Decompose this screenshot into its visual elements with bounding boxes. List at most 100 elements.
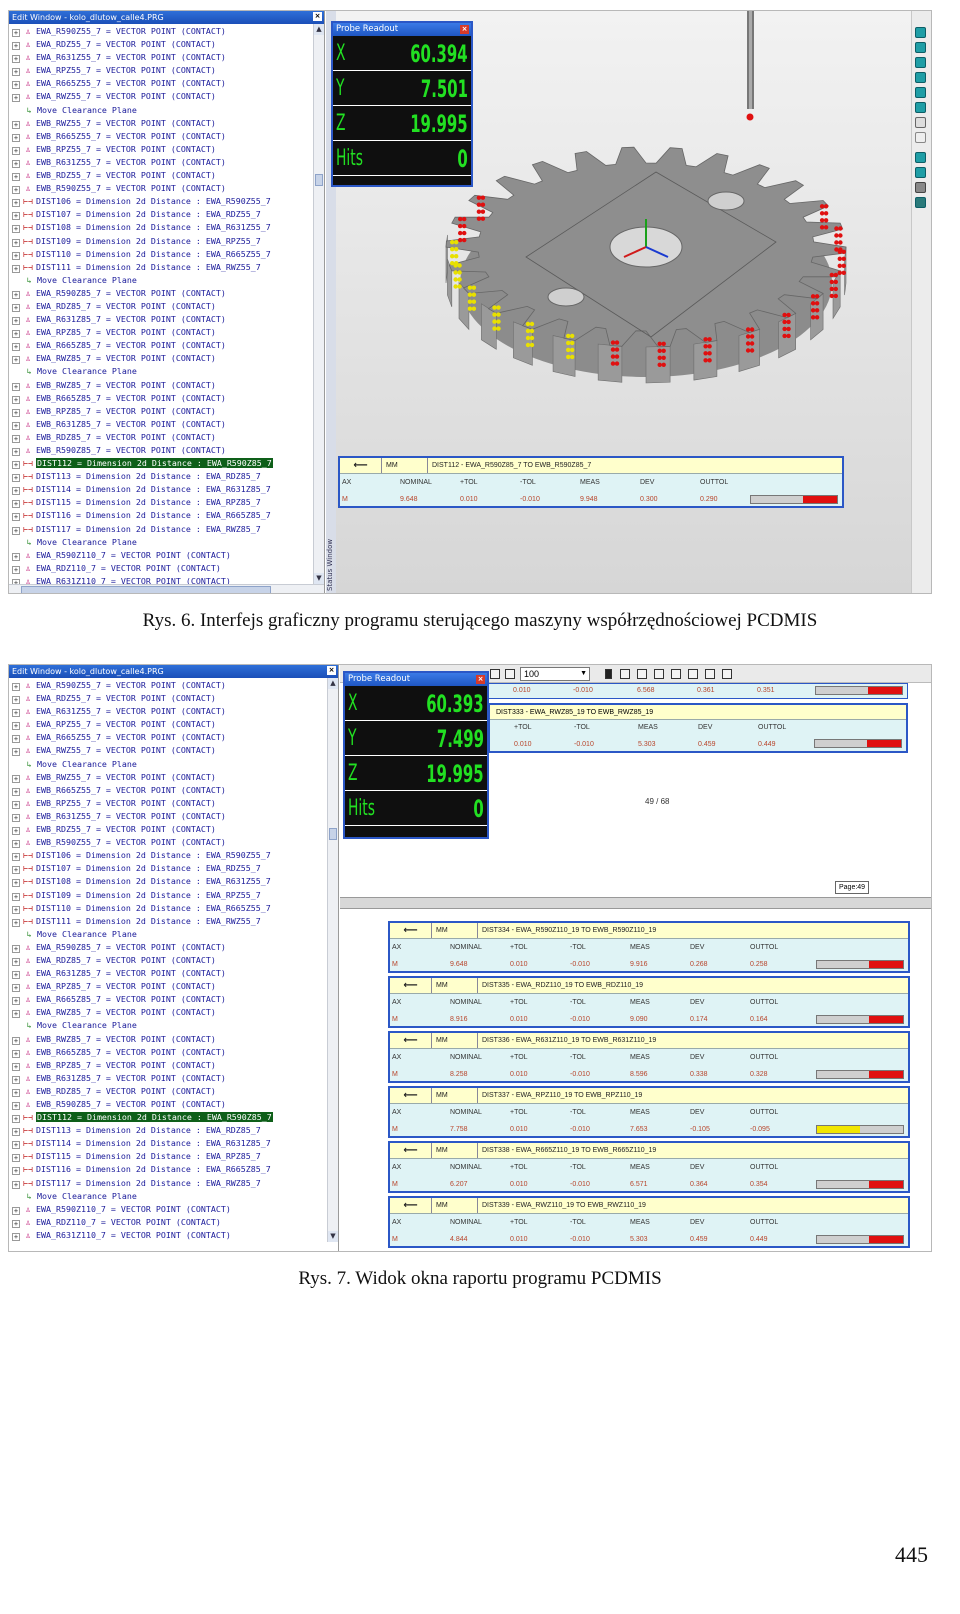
report-dimension-block[interactable]: ⟵ MM DIST334 - EWA_R590Z110_19 TO EWB_R590… (388, 921, 910, 973)
expand-icon[interactable]: + (12, 1180, 20, 1189)
expand-icon[interactable]: + (12, 1049, 20, 1058)
tree-item-dimension[interactable]: + ⊢⊣ DIST116 = Dimension 2d Distance : EWA… (9, 1163, 327, 1176)
tree-item-point[interactable]: + ♙ EWB_RDZ85_7 = VECTOR POINT (CONTACT) (9, 431, 313, 444)
expand-icon[interactable]: + (12, 957, 20, 966)
view-icon[interactable] (915, 152, 926, 163)
expand-icon[interactable]: + (12, 853, 20, 862)
scrollbar-thumb[interactable] (21, 586, 271, 593)
tree-item-dimension[interactable]: + ⊢⊣ DIST117 = Dimension 2d Distance : EWA… (9, 523, 313, 536)
tree-item-point[interactable]: + ♙ EWA_R665Z85_7 = VECTOR POINT (CONTACT) (9, 993, 327, 1006)
tree-item-move[interactable]: ↳ Move Clearance Plane (9, 274, 313, 287)
tree-item-point[interactable]: + ♙ EWA_RWZ85_7 = VECTOR POINT (CONTACT) (9, 352, 313, 365)
expand-icon[interactable]: + (12, 552, 20, 561)
expand-icon[interactable]: + (12, 81, 20, 90)
tree-item-point[interactable]: + ♙ EWB_RDZ55_7 = VECTOR POINT (CONTACT) (9, 169, 313, 182)
expand-icon[interactable]: + (12, 879, 20, 888)
tree-item-point[interactable]: + ♙ EWB_RWZ55_7 = VECTOR POINT (CONTACT) (9, 117, 313, 130)
tree-item-point[interactable]: + ♙ EWA_R631Z110_7 = VECTOR POINT (CONTACT… (9, 1229, 327, 1242)
tree-item-point[interactable]: + ♙ EWB_RWZ55_7 = VECTOR POINT (CONTACT) (9, 771, 327, 784)
tree-item-move[interactable]: ↳ Move Clearance Plane (9, 1019, 327, 1032)
view-icon[interactable] (915, 87, 926, 98)
view-icon[interactable] (915, 42, 926, 53)
tree-item-point[interactable]: + ♙ EWB_R665Z55_7 = VECTOR POINT (CONTACT) (9, 130, 313, 143)
tree-item-point[interactable]: + ♙ EWA_R590Z55_7 = VECTOR POINT (CONTACT) (9, 25, 313, 38)
view-icon[interactable] (915, 167, 926, 178)
tree-item-dimension[interactable]: + ⊢⊣ DIST114 = Dimension 2d Distance : EWA… (9, 483, 313, 496)
expand-icon[interactable]: + (12, 1102, 20, 1110)
expand-icon[interactable]: + (12, 709, 20, 718)
expand-icon[interactable]: + (12, 1206, 20, 1215)
tree-item-point[interactable]: + ♙ EWB_R590Z85_7 = VECTOR POINT (CONTACT) (9, 1098, 327, 1111)
expand-icon[interactable]: + (12, 827, 20, 836)
tree-item-point[interactable]: + ♙ EWA_R590Z110_7 = VECTOR POINT (CONTACT… (9, 1203, 327, 1216)
tree-item-dimension[interactable]: + ⊢⊣ DIST113 = Dimension 2d Distance : EWA… (9, 470, 313, 483)
tree-item-point[interactable]: + ♙ EWB_RWZ85_7 = VECTOR POINT (CONTACT) (9, 379, 313, 392)
toolbar-icon[interactable] (505, 669, 515, 679)
tree-item-dimension[interactable]: + ⊢⊣ DIST107 = Dimension 2d Distance : EWA… (9, 208, 313, 221)
expand-icon[interactable]: + (12, 461, 20, 470)
expand-icon[interactable]: + (12, 1088, 20, 1097)
expand-icon[interactable]: + (12, 68, 20, 77)
probe-icon[interactable] (915, 132, 926, 143)
expand-icon[interactable]: + (12, 997, 20, 1006)
view-icon[interactable] (915, 102, 926, 113)
tree-item-move[interactable]: ↳ Move Clearance Plane (9, 536, 313, 549)
report-dimension-block[interactable]: ⟵ MM DIST339 - EWA_RWZ110_19 TO EWB_RWZ110… (388, 1196, 910, 1248)
close-icon[interactable]: × (476, 675, 485, 684)
expand-icon[interactable]: + (12, 1232, 20, 1241)
expand-icon[interactable]: + (12, 971, 20, 980)
tree-item-point[interactable]: + ♙ EWA_R631Z55_7 = VECTOR POINT (CONTACT) (9, 51, 313, 64)
expand-icon[interactable]: + (12, 42, 20, 51)
tree-item-point[interactable]: + ♙ EWB_R631Z85_7 = VECTOR POINT (CONTACT) (9, 1072, 327, 1085)
tree-item-point[interactable]: + ♙ EWB_R665Z55_7 = VECTOR POINT (CONTACT) (9, 784, 327, 797)
tree-item-dimension[interactable]: + ⊢⊣ DIST113 = Dimension 2d Distance : EWA… (9, 1124, 327, 1137)
expand-icon[interactable]: + (12, 683, 20, 691)
tree-item-point[interactable]: + ♙ EWA_RWZ85_7 = VECTOR POINT (CONTACT) (9, 1006, 327, 1019)
tree-item-dimension[interactable]: + ⊢⊣ DIST111 = Dimension 2d Distance : EWA… (9, 915, 327, 928)
tree-item-point[interactable]: + ♙ EWA_RPZ55_7 = VECTOR POINT (CONTACT) (9, 718, 327, 731)
tree-item-point[interactable]: + ♙ EWA_R665Z85_7 = VECTOR POINT (CONTACT) (9, 339, 313, 352)
expand-icon[interactable]: + (12, 303, 20, 312)
expand-icon[interactable]: + (12, 840, 20, 849)
tree-item-dimension[interactable]: + ⊢⊣ DIST109 = Dimension 2d Distance : EWA… (9, 889, 327, 902)
expand-icon[interactable]: + (12, 500, 20, 509)
tree-item-point[interactable]: + ♙ EWA_RDZ110_7 = VECTOR POINT (CONTACT) (9, 562, 313, 575)
expand-icon[interactable]: + (12, 29, 20, 37)
tree-item-point[interactable]: + ♙ EWA_RDZ110_7 = VECTOR POINT (CONTACT) (9, 1216, 327, 1229)
expand-icon[interactable]: + (12, 918, 20, 927)
tree-item-point[interactable]: + ♙ EWB_R590Z55_7 = VECTOR POINT (CONTACT) (9, 836, 327, 849)
expand-icon[interactable]: + (12, 866, 20, 875)
expand-icon[interactable]: + (12, 251, 20, 260)
tree-item-point[interactable]: + ♙ EWB_RDZ55_7 = VECTOR POINT (CONTACT) (9, 823, 327, 836)
scrollbar-thumb[interactable] (329, 828, 337, 840)
expand-icon[interactable]: + (12, 1141, 20, 1150)
tree-item-point[interactable]: + ♙ EWA_R631Z85_7 = VECTOR POINT (CONTACT) (9, 313, 313, 326)
expand-icon[interactable]: + (12, 186, 20, 195)
report-icon[interactable] (705, 669, 715, 679)
tree-item-point[interactable]: + ♙ EWB_RPZ85_7 = VECTOR POINT (CONTACT) (9, 405, 313, 418)
lock-icon[interactable] (605, 669, 612, 679)
expand-icon[interactable]: + (12, 984, 20, 993)
dimension-info-box[interactable]: ⟵ MM DIST112 - EWA_R590Z85_7 TO EWB_R590… (338, 456, 844, 508)
expand-icon[interactable]: + (12, 1167, 20, 1176)
expand-icon[interactable]: + (12, 1115, 20, 1124)
expand-icon[interactable]: + (12, 813, 20, 822)
tree-item-point[interactable]: + ♙ EWB_RPZ55_7 = VECTOR POINT (CONTACT) (9, 143, 313, 156)
scroll-up-icon[interactable]: ▲ (328, 678, 338, 689)
toolbar-icon[interactable] (490, 669, 500, 679)
expand-icon[interactable]: + (12, 159, 20, 168)
tree-item-point[interactable]: + ♙ EWA_RDZ55_7 = VECTOR POINT (CONTACT) (9, 38, 313, 51)
expand-icon[interactable]: + (12, 212, 20, 221)
expand-icon[interactable]: + (12, 146, 20, 155)
expand-icon[interactable]: + (12, 173, 20, 182)
tree-item-point[interactable]: + ♙ EWB_R590Z55_7 = VECTOR POINT (CONTACT) (9, 182, 313, 195)
expand-icon[interactable]: + (12, 1128, 20, 1137)
tree-item-dimension[interactable]: + ⊢⊣ DIST116 = Dimension 2d Distance : EWA… (9, 509, 313, 522)
expand-icon[interactable]: + (12, 905, 20, 914)
report-icon[interactable] (620, 669, 630, 679)
tree-item-move[interactable]: ↳ Move Clearance Plane (9, 104, 313, 117)
expand-icon[interactable]: + (12, 382, 20, 391)
tree-item-point[interactable]: + ♙ EWA_R590Z110_7 = VECTOR POINT (CONTACT… (9, 549, 313, 562)
tree-item-move[interactable]: ↳ Move Clearance Plane (9, 758, 327, 771)
zoom-select[interactable]: 100 ▼ (520, 667, 590, 681)
